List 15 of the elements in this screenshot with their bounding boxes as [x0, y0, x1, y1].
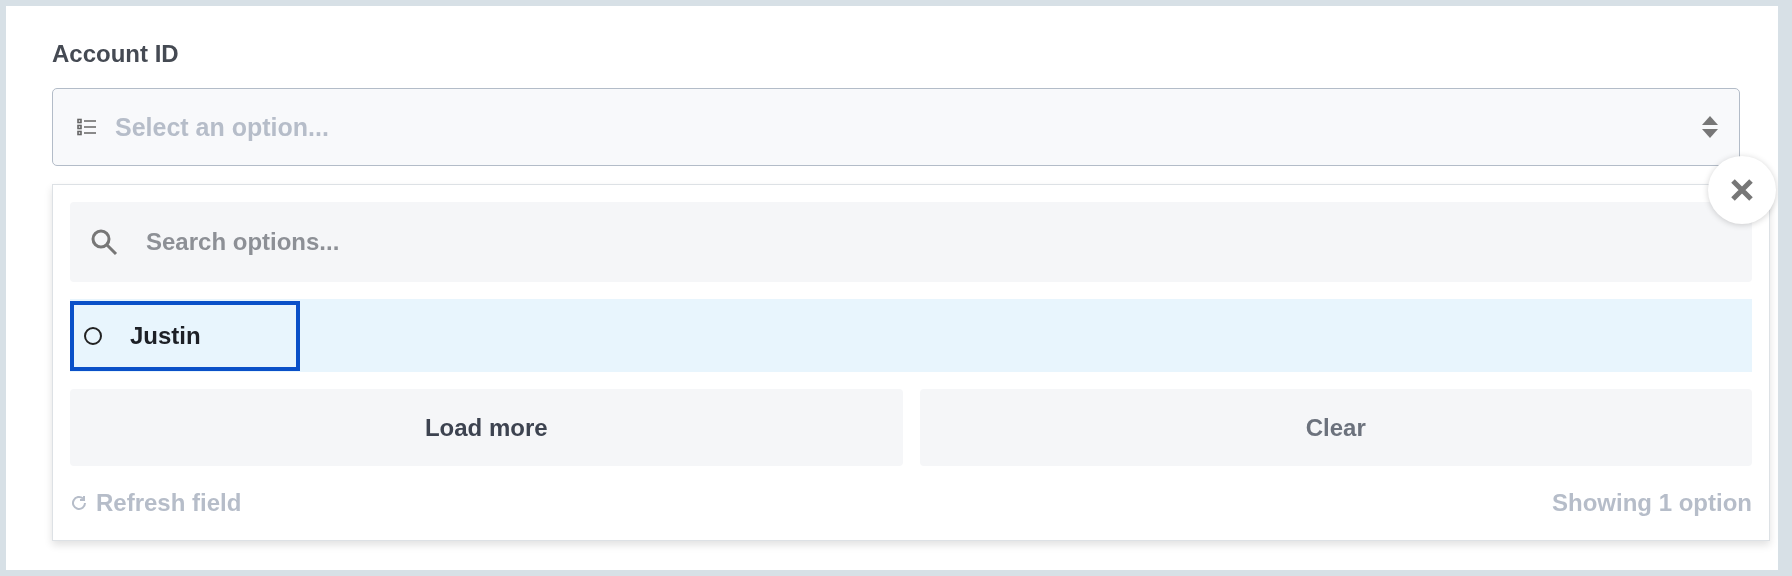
search-field[interactable]: Search options... [144, 227, 1724, 257]
sort-arrows-icon [1701, 115, 1719, 139]
option-row[interactable]: Justin [70, 299, 1752, 372]
list-icon [77, 118, 97, 136]
search-icon [90, 228, 118, 256]
search-box[interactable]: Search options... [70, 202, 1752, 282]
radio-button[interactable] [84, 326, 102, 345]
load-more-button[interactable]: Load more [70, 389, 903, 466]
field-label: Account ID [52, 40, 180, 69]
close-icon [1730, 178, 1754, 202]
select-placeholder: Select an option... [115, 112, 330, 142]
option-label: Justin [130, 321, 201, 350]
option-count: Showing 1 option [1552, 489, 1752, 517]
clear-button[interactable]: Clear [919, 389, 1752, 466]
refresh-icon [70, 494, 88, 512]
